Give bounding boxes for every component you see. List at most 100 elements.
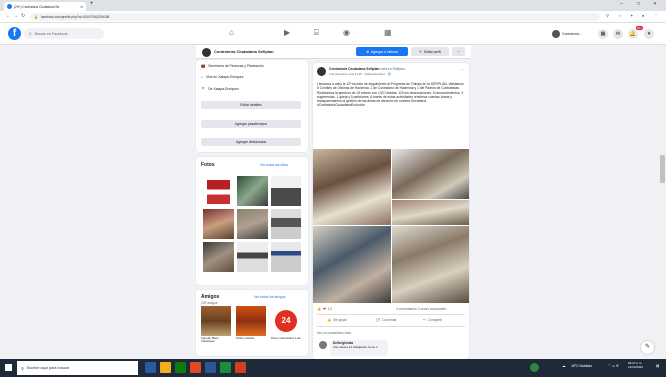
- facebook-logo[interactable]: f: [8, 27, 21, 40]
- maximize-button[interactable]: □: [637, 1, 640, 7]
- app-icon[interactable]: [220, 362, 231, 373]
- edit-details-button[interactable]: Editar detalles: [201, 101, 301, 109]
- notifications-icon[interactable]: ▤: [656, 364, 659, 368]
- marketplace-icon[interactable]: ⌸: [314, 28, 319, 38]
- back-icon[interactable]: ←: [6, 13, 11, 19]
- excel-icon[interactable]: [175, 362, 186, 373]
- new-message-button[interactable]: ✎: [641, 341, 654, 354]
- scrollbar-thumb[interactable]: [660, 155, 665, 183]
- network-icon[interactable]: ⌃ ▭ ⚟: [608, 364, 619, 368]
- see-all-friends-link[interactable]: Ver todos los amigos: [254, 295, 285, 299]
- reload-icon[interactable]: ↻: [21, 13, 25, 19]
- profile-shortcut[interactable]: Contraloría...: [552, 29, 582, 39]
- star-icon[interactable]: ☆: [618, 13, 622, 18]
- extensions-icon[interactable]: ✦: [630, 13, 633, 18]
- photo-thumbnail[interactable]: [270, 208, 302, 240]
- post-photo[interactable]: [392, 149, 469, 199]
- photo-thumbnail[interactable]: [202, 241, 235, 273]
- close-window-button[interactable]: ✕: [653, 1, 657, 7]
- address-bar[interactable]: 🔒 facebook.com/profile.php?id=1000791622…: [30, 13, 600, 21]
- file-explorer-icon[interactable]: [160, 362, 171, 373]
- powerpoint-icon[interactable]: [235, 362, 246, 373]
- lock-icon: 🔒: [34, 15, 38, 19]
- post-stats[interactable]: 4 comentarios 3 veces compartido: [396, 307, 446, 311]
- green-app-icon[interactable]: [530, 363, 539, 372]
- scrollbar[interactable]: [659, 45, 666, 359]
- friend-item[interactable]: 24 Pérez Hernández Luis: [271, 306, 301, 340]
- weather-icon: ☁: [562, 364, 566, 368]
- thumbs-up-icon: 👍: [327, 318, 332, 322]
- home-icon: ⌂: [201, 75, 204, 79]
- comment-button[interactable]: 💬 Comentar: [376, 318, 397, 322]
- clock[interactable]: 09:47 p.m. 12/12/2022: [628, 361, 643, 369]
- notifications-badge: 20+: [636, 26, 644, 30]
- forward-icon[interactable]: →: [13, 13, 18, 19]
- photo-thumbnail[interactable]: [202, 175, 235, 207]
- account-icon[interactable]: ▾: [644, 29, 654, 39]
- browser-tab-title: (20+) Contraloría Ciudadana Se: [14, 4, 60, 9]
- comment-label: Comentar: [382, 318, 397, 322]
- facebook-search-input[interactable]: ⚲ Buscar en Facebook: [24, 28, 104, 39]
- reactions-summary[interactable]: 👍 ❤ 13: [317, 307, 332, 311]
- photo-thumbnail[interactable]: [236, 175, 269, 207]
- profile-bar-name[interactable]: Contraloría Ciudadana Sefiplan: [214, 49, 274, 54]
- see-all-photos-link[interactable]: Ver todas las fotos: [260, 163, 288, 167]
- photo-thumbnail[interactable]: [202, 208, 235, 240]
- word-icon[interactable]: [205, 362, 216, 373]
- avatar[interactable]: [317, 67, 326, 76]
- post-action: está en Sefiplan.: [380, 67, 406, 71]
- post-author[interactable]: Contraloría Ciudadana Sefiplan: [329, 67, 380, 71]
- minimize-button[interactable]: –: [620, 1, 623, 7]
- facebook-favicon-icon: [7, 4, 12, 9]
- task-view-icon[interactable]: [145, 362, 156, 373]
- share-icon: ↪: [423, 318, 426, 322]
- photo-thumbnail[interactable]: [270, 241, 302, 273]
- comment-icon: 💬: [376, 318, 381, 322]
- post-options-icon[interactable]: ···: [460, 67, 464, 72]
- post-photo[interactable]: [313, 226, 391, 303]
- post-photo[interactable]: [313, 149, 391, 225]
- browser-tab[interactable]: (20+) Contraloría Ciudadana Se ✕: [4, 2, 86, 11]
- like-button[interactable]: 👍 Me gusta: [327, 318, 347, 322]
- photo-thumbnail[interactable]: [270, 175, 302, 207]
- chrome-taskbar-icon[interactable]: [190, 362, 201, 373]
- plus-icon: ⊕: [366, 49, 370, 54]
- intro-item-text: Secretaría de Finanzas y Planeación: [208, 64, 264, 68]
- more-options-button[interactable]: ···: [452, 47, 465, 56]
- edit-profile-button[interactable]: ✎ Editar perfil: [411, 47, 449, 56]
- gaming-icon[interactable]: ▦: [384, 28, 392, 37]
- friend-item[interactable]: Agustín Baez Velázquez: [201, 306, 231, 344]
- groups-icon[interactable]: ◉: [343, 28, 350, 37]
- friend-item[interactable]: Pedro Carrillo: [236, 306, 266, 340]
- menu-icon[interactable]: ▦: [598, 29, 608, 39]
- weather-text[interactable]: 18°C Nublado: [571, 364, 592, 368]
- intro-card: 💼 Secretaría de Finanzas y Planeación ⌂ …: [196, 60, 308, 152]
- close-tab-icon[interactable]: ✕: [80, 5, 83, 9]
- friend-photo: 24: [271, 306, 301, 336]
- add-featured-button[interactable]: Agregar destacados: [201, 138, 301, 146]
- new-tab-button[interactable]: +: [90, 1, 94, 7]
- profile-shortcut-name: Contraloría...: [562, 32, 582, 36]
- avatar[interactable]: [319, 341, 327, 349]
- zoom-icon[interactable]: ⚲: [606, 13, 609, 18]
- more-comments-link[interactable]: Ver un comentario más: [317, 331, 351, 335]
- watch-icon[interactable]: ▶: [284, 28, 290, 37]
- post-photo[interactable]: [392, 200, 469, 225]
- share-button[interactable]: ↪ Compartir: [423, 318, 442, 322]
- taskbar-search[interactable]: ⚲ Escribe aquí para buscar: [17, 361, 138, 375]
- like-label: Me gusta: [333, 318, 347, 322]
- home-icon[interactable]: ⌂: [229, 28, 234, 37]
- add-hobbies-button[interactable]: Agregar pasatiempos: [201, 120, 301, 128]
- windows-start-icon[interactable]: [5, 364, 12, 371]
- notifications-icon[interactable]: 🔔: [628, 29, 638, 39]
- friend-name: Agustín Baez Velázquez: [201, 336, 219, 344]
- chrome-menu-icon[interactable]: ⋮: [654, 13, 658, 18]
- messenger-icon[interactable]: ✉: [613, 29, 623, 39]
- photo-thumbnail[interactable]: [236, 208, 269, 240]
- add-story-button[interactable]: ⊕ Agregar a historia: [356, 47, 408, 56]
- intro-item: 📍 De Xalapa-Enríquez: [201, 87, 239, 91]
- friends-card: Amigos 229 amigos Ver todos los amigos A…: [196, 290, 308, 356]
- post-photo[interactable]: [392, 226, 469, 303]
- profile-icon[interactable]: ●: [642, 13, 644, 18]
- photo-thumbnail[interactable]: [236, 241, 269, 273]
